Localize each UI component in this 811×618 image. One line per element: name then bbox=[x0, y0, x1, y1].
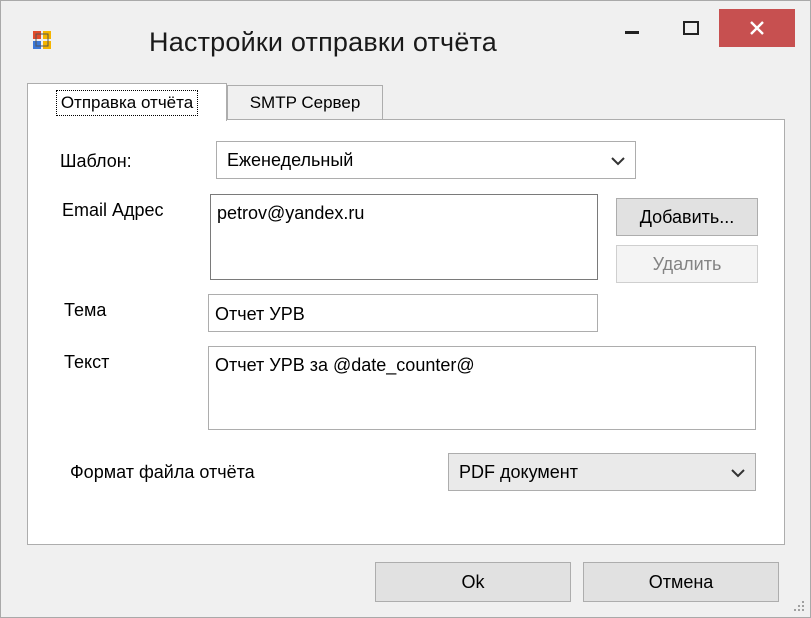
tab-smtp-server-label: SMTP Сервер bbox=[249, 92, 361, 112]
cancel-button[interactable]: Отмена bbox=[583, 562, 779, 602]
close-icon bbox=[750, 21, 764, 35]
template-select[interactable]: Еженедельный bbox=[216, 141, 636, 179]
minimize-icon bbox=[625, 31, 639, 34]
tab-panel: Шаблон: Еженедельный Email Адрес petrov@… bbox=[27, 119, 785, 545]
template-value: Еженедельный bbox=[227, 149, 354, 170]
template-label: Шаблон: bbox=[60, 151, 132, 171]
text-input[interactable]: Отчет УРВ за @date_counter@ bbox=[208, 346, 756, 430]
dialog-window: Настройки отправки отчёта Отправка отчёт… bbox=[0, 0, 811, 618]
delete-email-button[interactable]: Удалить bbox=[616, 245, 758, 283]
ok-button[interactable]: Ok bbox=[375, 562, 571, 602]
subject-label: Тема bbox=[64, 300, 107, 320]
add-email-button[interactable]: Добавить... bbox=[616, 198, 758, 236]
chevron-down-icon bbox=[731, 469, 745, 478]
minimize-button[interactable] bbox=[603, 9, 661, 47]
text-label: Текст bbox=[64, 352, 110, 372]
chevron-down-icon bbox=[611, 157, 625, 166]
tab-smtp-server[interactable]: SMTP Сервер bbox=[227, 85, 383, 119]
app-icon bbox=[33, 31, 51, 49]
subject-input[interactable]: Отчет УРВ bbox=[208, 294, 598, 332]
format-value: PDF документ bbox=[459, 461, 578, 482]
tab-send-report-label: Отправка отчёта bbox=[55, 89, 199, 116]
maximize-icon bbox=[683, 21, 699, 35]
maximize-button[interactable] bbox=[665, 9, 717, 47]
title-bar[interactable]: Настройки отправки отчёта bbox=[1, 1, 810, 65]
email-label: Email Адрес bbox=[62, 200, 164, 220]
format-label: Формат файла отчёта bbox=[70, 462, 255, 482]
window-title: Настройки отправки отчёта bbox=[149, 27, 498, 57]
tab-send-report[interactable]: Отправка отчёта bbox=[27, 83, 227, 121]
email-list[interactable]: petrov@yandex.ru bbox=[210, 194, 598, 280]
format-select[interactable]: PDF документ bbox=[448, 453, 756, 491]
close-button[interactable] bbox=[719, 9, 795, 47]
resize-grip-icon[interactable] bbox=[790, 597, 806, 613]
email-item[interactable]: petrov@yandex.ru bbox=[217, 203, 364, 223]
